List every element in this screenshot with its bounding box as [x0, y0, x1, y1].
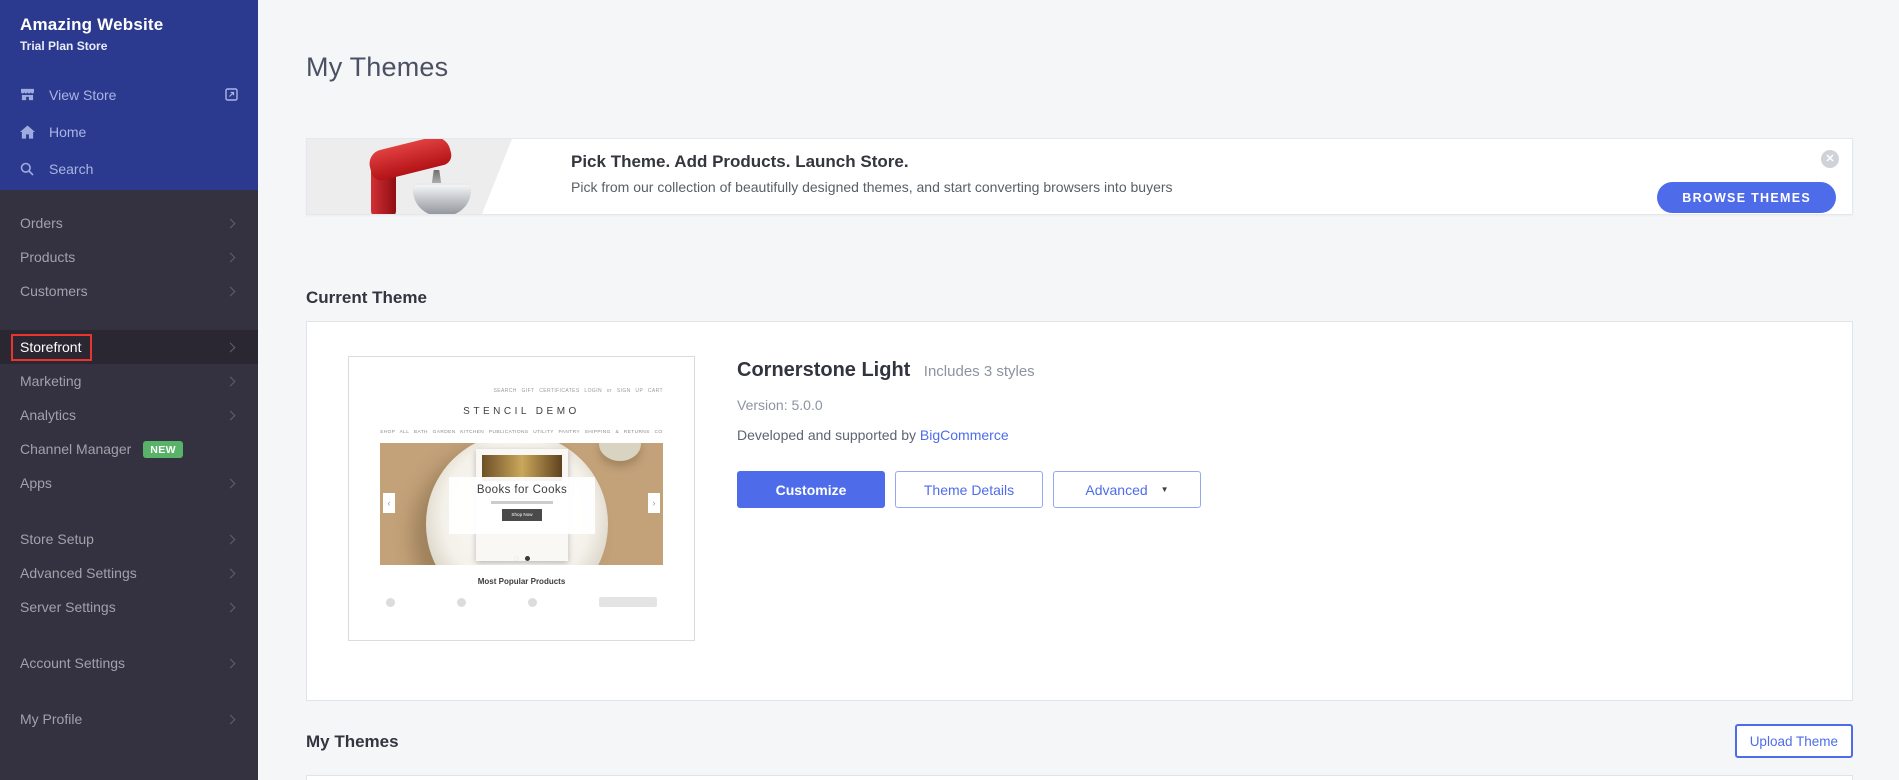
my-themes-section-header: My Themes Upload Theme: [306, 724, 1853, 758]
chevron-right-icon: [226, 602, 236, 612]
sidebar-item-label: Advanced Settings: [20, 565, 137, 581]
sidebar-item-label: Server Settings: [20, 599, 116, 615]
sidebar-quick-links: View Store Home Search: [20, 76, 238, 187]
banner-text: Pick Theme. Add Products. Launch Store. …: [307, 139, 1852, 195]
sidebar-item-label: Analytics: [20, 407, 76, 423]
chevron-right-icon: [226, 218, 236, 228]
carousel-next-icon: ›: [648, 493, 660, 513]
chevron-right-icon: [226, 252, 236, 262]
preview-utility-nav: SEARCH GIFT CERTIFICATES LOGIN or SIGN U…: [380, 388, 663, 394]
hero-subtext-placeholder: [491, 501, 553, 504]
sidebar-item-apps[interactable]: Apps: [0, 466, 258, 500]
storefront-icon: [20, 88, 36, 101]
sidebar-item-storefront[interactable]: Storefront: [0, 330, 258, 364]
bigcommerce-link[interactable]: BigCommerce: [920, 427, 1009, 443]
chevron-right-icon: [226, 376, 236, 386]
sidebar-item-label: Customers: [20, 283, 88, 299]
current-theme-card: SEARCH GIFT CERTIFICATES LOGIN or SIGN U…: [306, 321, 1853, 701]
theme-preview-thumbnail[interactable]: SEARCH GIFT CERTIFICATES LOGIN or SIGN U…: [348, 356, 695, 641]
stand-mixer-illustration: [357, 143, 487, 214]
preview-logo: STENCIL DEMO: [380, 406, 663, 417]
sidebar-item-view-store[interactable]: View Store: [20, 76, 238, 113]
carousel-dots: [380, 556, 663, 561]
sidebar-item-label: Channel Manager: [20, 441, 131, 457]
page-title: My Themes: [306, 52, 1853, 82]
main-content: My Themes Pick Theme. Add Products. Laun…: [258, 0, 1899, 780]
external-link-icon: [225, 88, 238, 101]
chevron-right-icon: [226, 478, 236, 488]
home-icon: [20, 125, 36, 139]
sidebar-item-account-settings[interactable]: Account Settings: [0, 646, 258, 680]
browse-themes-button[interactable]: BROWSE THEMES: [1657, 182, 1836, 213]
sidebar-item-advanced-settings[interactable]: Advanced Settings: [0, 556, 258, 590]
sidebar: Amazing Website Trial Plan Store View St…: [0, 0, 258, 780]
banner-mixer-image: [307, 139, 512, 214]
sidebar-item-channel-manager[interactable]: Channel Manager NEW: [0, 432, 258, 466]
sidebar-item-search[interactable]: Search: [20, 150, 238, 187]
chevron-right-icon: [226, 658, 236, 668]
sidebar-item-marketing[interactable]: Marketing: [0, 364, 258, 398]
sidebar-item-products[interactable]: Products: [0, 240, 258, 274]
theme-info: Cornerstone Light Includes 3 styles Vers…: [737, 358, 1201, 508]
banner-heading: Pick Theme. Add Products. Launch Store.: [571, 152, 1852, 172]
advanced-dropdown-button[interactable]: Advanced ▼: [1053, 471, 1201, 508]
close-icon[interactable]: ✕: [1821, 150, 1839, 168]
sidebar-item-store-setup[interactable]: Store Setup: [0, 522, 258, 556]
current-theme-heading: Current Theme: [306, 289, 1853, 306]
my-themes-heading: My Themes: [306, 733, 399, 750]
upload-theme-button[interactable]: Upload Theme: [1735, 724, 1853, 758]
sidebar-item-server-settings[interactable]: Server Settings: [0, 590, 258, 624]
sidebar-item-label: Search: [49, 161, 93, 177]
chevron-right-icon: [226, 342, 236, 352]
store-plan: Trial Plan Store: [20, 39, 238, 53]
chevron-right-icon: [226, 286, 236, 296]
preview-products-heading: Most Popular Products: [380, 577, 663, 586]
sidebar-item-customers[interactable]: Customers: [0, 274, 258, 308]
sidebar-item-label: Storefront: [20, 339, 81, 355]
new-badge: NEW: [143, 441, 183, 458]
sidebar-item-label: Products: [20, 249, 75, 265]
sidebar-item-label: Orders: [20, 215, 63, 231]
sidebar-item-label: Apps: [20, 475, 52, 491]
sidebar-store-header: Amazing Website Trial Plan Store View St…: [0, 0, 258, 190]
shop-now-button: Shop Now: [502, 509, 542, 521]
theme-name: Cornerstone Light: [737, 359, 910, 381]
chevron-down-icon: ▼: [1161, 485, 1169, 494]
sidebar-item-home[interactable]: Home: [20, 113, 238, 150]
theme-details-button[interactable]: Theme Details: [895, 471, 1043, 508]
my-themes-card-partial: [306, 775, 1853, 780]
carousel-prev-icon: ‹: [383, 493, 395, 513]
theme-actions: Customize Theme Details Advanced ▼: [737, 471, 1201, 508]
sidebar-item-label: Account Settings: [20, 655, 125, 671]
sidebar-item-label: Store Setup: [20, 531, 94, 547]
chevron-right-icon: [226, 568, 236, 578]
sidebar-item-label: View Store: [49, 87, 116, 103]
annotation-highlight-box: Storefront: [11, 334, 92, 361]
hero-title: Books for Cooks: [449, 484, 595, 496]
store-name: Amazing Website: [20, 15, 238, 35]
promo-banner: Pick Theme. Add Products. Launch Store. …: [306, 138, 1853, 215]
sidebar-item-label: Home: [49, 124, 86, 140]
preview-product-row: [380, 597, 663, 607]
chevron-right-icon: [226, 410, 236, 420]
preview-hero: Books for Cooks Shop Now ‹ ›: [380, 443, 663, 565]
preview-nav: SHOP ALL BATH GARDEN KITCHEN PUBLICATION…: [380, 430, 663, 435]
customize-button[interactable]: Customize: [737, 471, 885, 508]
chevron-right-icon: [226, 534, 236, 544]
sidebar-item-label: My Profile: [20, 711, 82, 727]
chevron-right-icon: [226, 714, 236, 724]
search-icon: [20, 162, 36, 176]
sidebar-item-orders[interactable]: Orders: [0, 206, 258, 240]
mini-storefront-preview: SEARCH GIFT CERTIFICATES LOGIN or SIGN U…: [380, 388, 663, 613]
theme-version: Version: 5.0.0: [737, 397, 1201, 414]
hero-overlay-panel: Books for Cooks Shop Now: [449, 477, 595, 534]
theme-styles-note: Includes 3 styles: [924, 363, 1035, 380]
cup-photo: [599, 443, 641, 461]
sidebar-item-my-profile[interactable]: My Profile: [0, 702, 258, 736]
theme-developer-line: Developed and supported by BigCommerce: [737, 427, 1201, 444]
sidebar-item-analytics[interactable]: Analytics: [0, 398, 258, 432]
sidebar-menu: Orders Products Customers Storefront Mar…: [0, 190, 258, 736]
sidebar-item-label: Marketing: [20, 373, 81, 389]
